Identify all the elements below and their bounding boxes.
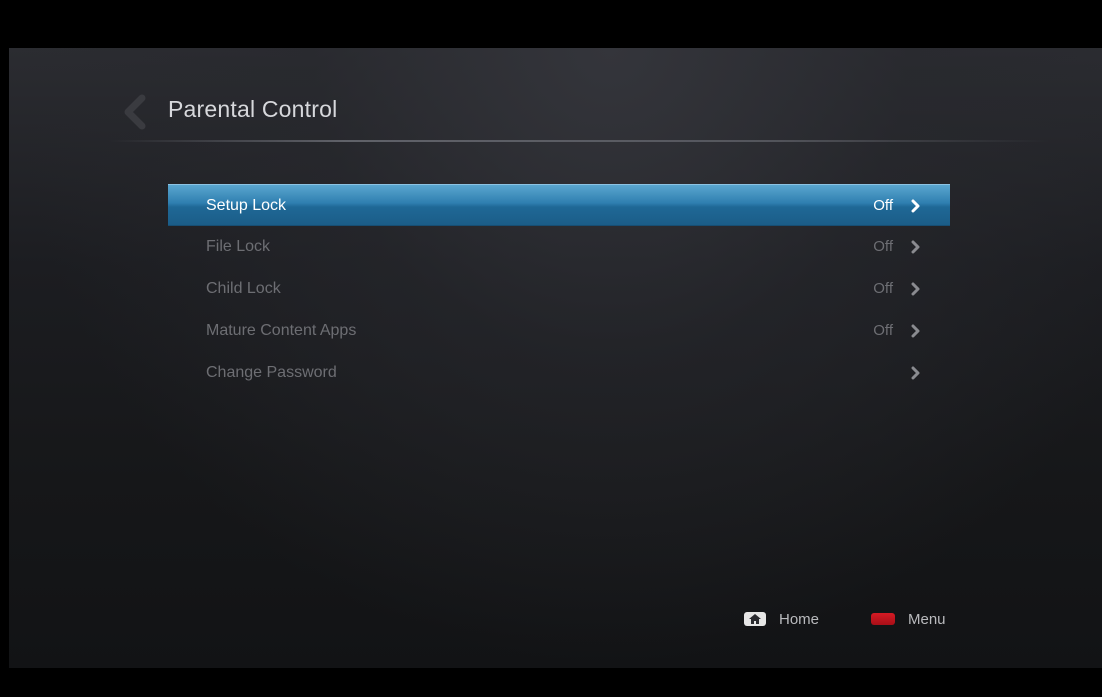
menu-item-label: File Lock [206,238,271,255]
chevron-right-icon [911,199,920,213]
menu-item-child-lock[interactable]: Child Lock Off [168,268,950,310]
menu-item-file-lock[interactable]: File Lock Off [168,226,950,268]
letterbox-bottom [0,668,1102,697]
chevron-right-icon [911,324,920,338]
menu-item-label: Child Lock [206,280,281,297]
header-divider [109,140,1049,142]
letterbox-top [0,0,1102,48]
page-title: Parental Control [168,96,338,122]
menu-item-mature-content-apps[interactable]: Mature Content Apps Off [168,310,950,352]
menu-item-change-password[interactable]: Change Password [168,352,950,394]
menu-item-label: Change Password [206,364,337,381]
menu-item-label: Mature Content Apps [206,322,357,339]
settings-screen: Parental Control Setup Lock Off File Loc… [9,48,1102,668]
home-label: Home [779,610,820,628]
menu-item-value: Off [873,197,893,214]
chevron-right-icon [911,366,920,380]
menu-item-label: Setup Lock [206,197,287,214]
home-hint[interactable]: Home [744,610,820,628]
menu-hint[interactable]: Menu [871,610,946,628]
chevron-right-icon [911,240,920,254]
menu-item-value: Off [873,280,893,297]
menu-item-value: Off [873,322,893,339]
settings-menu: Setup Lock Off File Lock Off Child Lock … [168,184,950,394]
menu-item-value: Off [873,238,893,255]
red-key-icon [871,613,895,625]
menu-label: Menu [908,610,946,628]
menu-item-setup-lock[interactable]: Setup Lock Off [168,184,950,226]
home-key-icon [744,612,766,626]
chevron-right-icon [911,282,920,296]
back-chevron-icon[interactable] [120,94,146,130]
